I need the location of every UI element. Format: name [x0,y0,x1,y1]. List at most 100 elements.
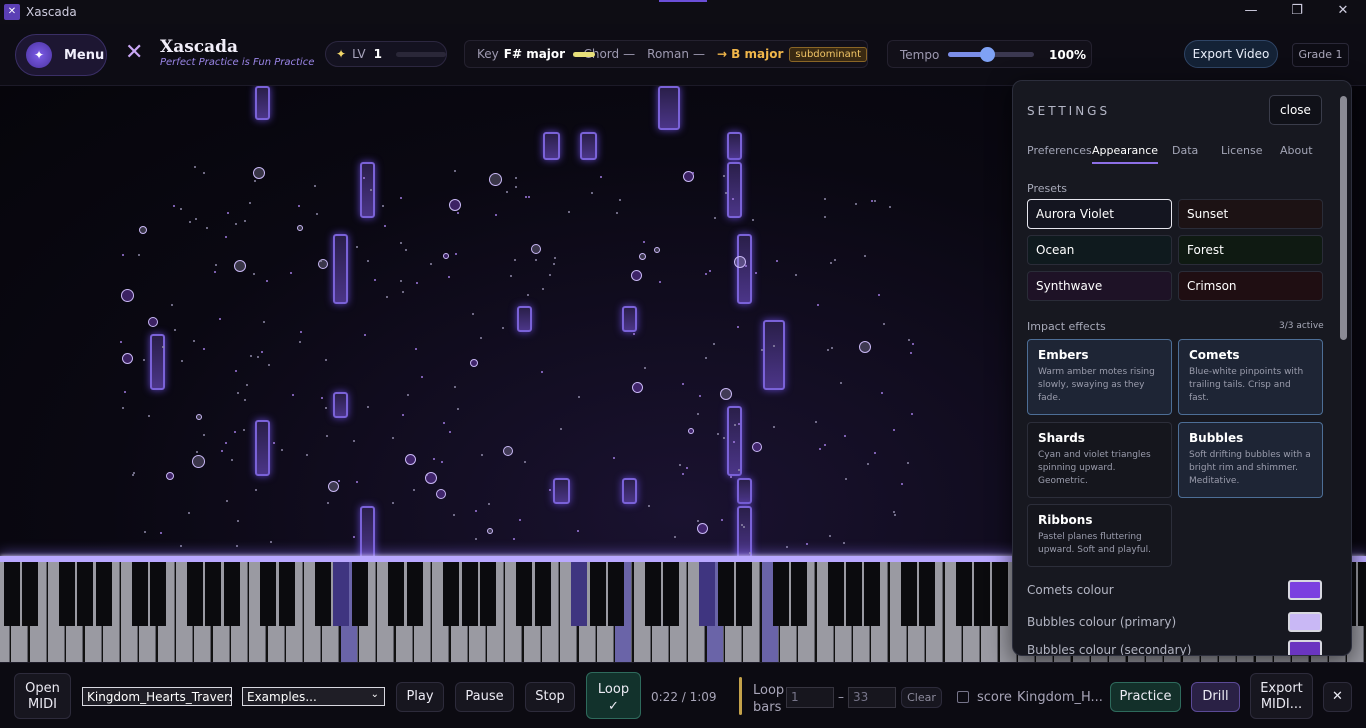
black-key[interactable] [827,562,844,626]
score-checkbox[interactable] [957,691,969,703]
black-key[interactable] [77,562,94,626]
pause-button[interactable]: Pause [455,682,514,712]
export-video-button[interactable]: Export Video [1184,40,1278,68]
tab-preferences[interactable]: Preferences [1027,144,1092,157]
preset-crimson[interactable]: Crimson [1178,271,1323,301]
black-key[interactable] [278,562,295,626]
clear-loop-button[interactable]: Clear [901,687,942,708]
black-key[interactable] [607,562,624,626]
preset-ocean[interactable]: Ocean [1027,235,1172,265]
settings-scrollbar[interactable] [1338,86,1350,654]
black-key[interactable] [58,562,75,626]
particle [893,429,895,431]
black-key[interactable] [516,562,533,626]
tab-appearance[interactable]: Appearance [1092,144,1159,164]
particle [328,481,339,492]
grade-button[interactable]: Grade 1 [1292,43,1349,67]
play-button[interactable]: Play [396,682,444,712]
particle [855,203,857,205]
black-key[interactable] [699,562,716,626]
particle [148,317,158,327]
black-key[interactable] [260,562,277,626]
black-key[interactable] [1358,562,1366,626]
falling-note [658,86,680,130]
menu-button[interactable]: ✦ Menu [15,34,107,76]
effect-card-shards[interactable]: Shards Cyan and violet triangles spinning… [1027,422,1172,498]
particle [370,189,372,191]
preset-synthwave[interactable]: Synthwave [1027,271,1172,301]
color-swatch[interactable] [1288,640,1322,655]
black-key[interactable] [736,562,752,626]
tempo-slider[interactable] [948,47,1034,62]
black-key[interactable] [864,562,881,626]
preset-sunset[interactable]: Sunset [1178,199,1323,229]
black-key[interactable] [315,562,332,626]
window-close-button[interactable]: ✕ [1320,0,1366,24]
preset-forest[interactable]: Forest [1178,235,1323,265]
effect-card-embers[interactable]: Embers Warm amber motes rising slowly, sw… [1027,339,1172,415]
black-key[interactable] [22,562,39,626]
black-key[interactable] [187,562,203,626]
preset-aurora-violet[interactable]: Aurora Violet [1027,199,1172,229]
black-key[interactable] [919,562,935,626]
open-midi-button[interactable]: Open MIDI [14,673,71,719]
black-key[interactable] [772,562,789,626]
effect-card-comets[interactable]: Comets Blue-white pinpoints with trailing… [1178,339,1323,415]
tab-about[interactable]: About [1280,144,1313,157]
black-key[interactable] [589,562,606,626]
black-key[interactable] [443,562,460,626]
black-key[interactable] [333,562,350,626]
effect-card-bubbles[interactable]: Bubbles Soft drifting bubbles with a brig… [1178,422,1323,498]
color-swatch[interactable] [1288,580,1322,600]
black-key[interactable] [223,562,240,626]
open-midi-label-2: MIDI [28,697,57,712]
tab-license[interactable]: License [1221,144,1262,157]
black-key[interactable] [644,562,661,626]
black-key[interactable] [955,562,972,626]
black-key[interactable] [992,562,1009,626]
file-name-field[interactable]: Kingdom_Hearts_Traverse [82,687,232,706]
effect-title: Ribbons [1038,513,1093,527]
playback-time: 0:22 / 1:09 [651,690,717,704]
black-key[interactable] [4,562,20,626]
tab-data[interactable]: Data [1172,144,1198,157]
black-key[interactable] [900,562,917,626]
settings-scroll-thumb[interactable] [1340,96,1347,340]
black-key[interactable] [406,562,423,626]
drill-button[interactable]: Drill [1191,682,1240,712]
black-key[interactable] [973,562,990,626]
black-key[interactable] [388,562,405,626]
maximize-button[interactable]: ❐ [1274,0,1320,24]
black-key[interactable] [717,562,734,626]
black-key[interactable] [150,562,167,626]
close-icon[interactable]: ✕ [1323,682,1352,712]
falling-note [543,132,560,160]
export-midi-button[interactable]: Export MIDI... [1250,673,1313,719]
particle [254,180,256,182]
loop-toggle[interactable]: Loop ✓ [586,672,641,719]
black-key[interactable] [534,562,551,626]
black-key[interactable] [479,562,496,626]
black-key[interactable] [845,562,862,626]
transport-bar: Open MIDI Kingdom_Hearts_Traverse Exampl… [0,662,1366,728]
minimize-button[interactable]: — [1228,0,1274,24]
examples-select[interactable]: Examples... ⌄ [242,687,385,706]
settings-close-button[interactable]: close [1269,95,1322,125]
loop-end-field[interactable]: 33 [848,687,896,708]
black-key[interactable] [351,562,368,626]
black-key[interactable] [571,562,588,626]
black-key[interactable] [205,562,222,626]
particle [173,205,175,207]
color-swatch[interactable] [1288,612,1322,632]
stop-button[interactable]: Stop [525,682,575,712]
particle [268,364,270,366]
loop-start-field[interactable]: 1 [786,687,834,708]
black-key[interactable] [790,562,807,626]
black-key[interactable] [95,562,112,626]
tempo-slider-knob[interactable] [979,47,995,62]
black-key[interactable] [662,562,679,626]
effect-card-ribbons[interactable]: Ribbons Pastel planes fluttering upward. … [1027,504,1172,567]
practice-button[interactable]: Practice [1110,682,1181,712]
black-key[interactable] [132,562,149,626]
black-key[interactable] [461,562,478,626]
